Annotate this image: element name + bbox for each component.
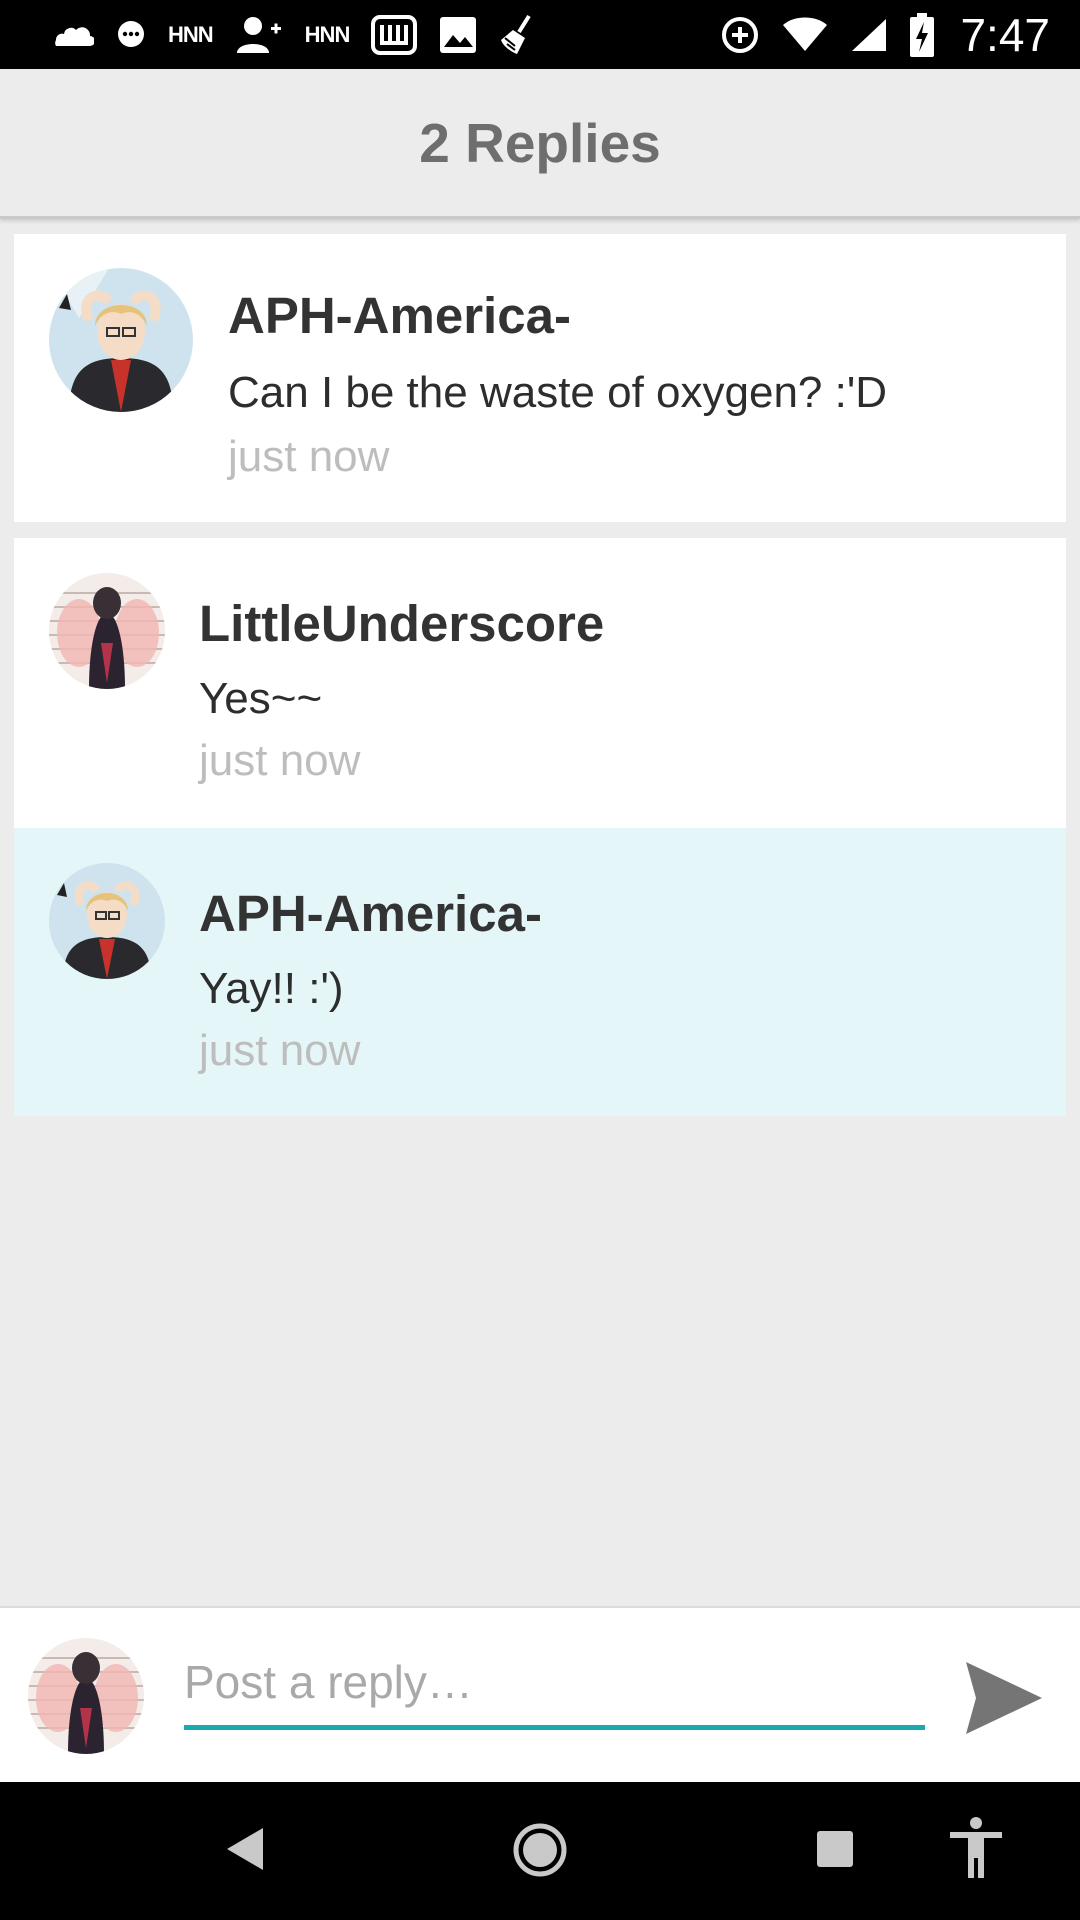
reply-composer bbox=[0, 1606, 1080, 1782]
reply-message: Yay!! :') bbox=[199, 964, 344, 1013]
send-icon bbox=[964, 1660, 1044, 1741]
reply-timestamp: just now bbox=[228, 432, 390, 481]
status-bar: HNN HNN 7:47 bbox=[0, 0, 1080, 69]
home-button[interactable] bbox=[504, 1816, 576, 1888]
add-person-icon bbox=[235, 11, 283, 59]
wifi-icon bbox=[782, 11, 828, 59]
image-icon bbox=[439, 11, 477, 59]
chat-bubble-icon bbox=[116, 11, 146, 59]
current-user-avatar bbox=[28, 1638, 144, 1754]
reply-input[interactable] bbox=[184, 1644, 925, 1730]
avatar[interactable] bbox=[49, 863, 165, 979]
reply-item[interactable]: LittleUnderscore Yes~~ just now bbox=[14, 538, 1066, 828]
navigation-bar bbox=[0, 1782, 1080, 1920]
avatar[interactable] bbox=[49, 268, 193, 412]
home-icon bbox=[512, 1822, 568, 1883]
signal-icon bbox=[850, 11, 888, 59]
reply-author[interactable]: LittleUnderscore bbox=[199, 594, 604, 653]
reply-message: Yes~~ bbox=[199, 674, 323, 723]
avatar[interactable] bbox=[49, 573, 165, 689]
broom-icon bbox=[499, 11, 537, 59]
header: 2 Replies bbox=[0, 69, 1080, 219]
accessibility-icon bbox=[948, 1816, 1004, 1885]
reply-timestamp: just now bbox=[199, 736, 361, 785]
back-icon bbox=[225, 1826, 265, 1877]
reply-message: Can I be the waste of oxygen? :'D bbox=[228, 368, 888, 417]
notification-icons: HNN HNN bbox=[50, 11, 537, 59]
reply-item[interactable]: APH-America- Can I be the waste of oxyge… bbox=[14, 234, 1066, 522]
battery-charging-icon bbox=[910, 11, 935, 59]
send-button[interactable] bbox=[960, 1656, 1048, 1744]
accessibility-button[interactable] bbox=[944, 1812, 1008, 1888]
notif-label-1: HNN bbox=[168, 21, 214, 47]
page-title: 2 Replies bbox=[419, 111, 661, 174]
recents-button[interactable] bbox=[800, 1816, 870, 1886]
cloud-icon bbox=[50, 11, 94, 59]
notif-label-2: HNN bbox=[304, 21, 351, 47]
back-button[interactable] bbox=[210, 1816, 280, 1886]
reply-author[interactable]: APH-America- bbox=[228, 286, 571, 345]
reply-timestamp: just now bbox=[199, 1026, 361, 1075]
data-saver-icon bbox=[720, 11, 760, 59]
w-app-icon bbox=[371, 11, 418, 59]
clock: 7:47 bbox=[960, 8, 1050, 61]
recents-icon bbox=[815, 1829, 855, 1874]
reply-author[interactable]: APH-America- bbox=[199, 884, 542, 943]
system-icons: 7:47 bbox=[720, 8, 1050, 62]
reply-item[interactable]: APH-America- Yay!! :') just now bbox=[14, 828, 1066, 1116]
